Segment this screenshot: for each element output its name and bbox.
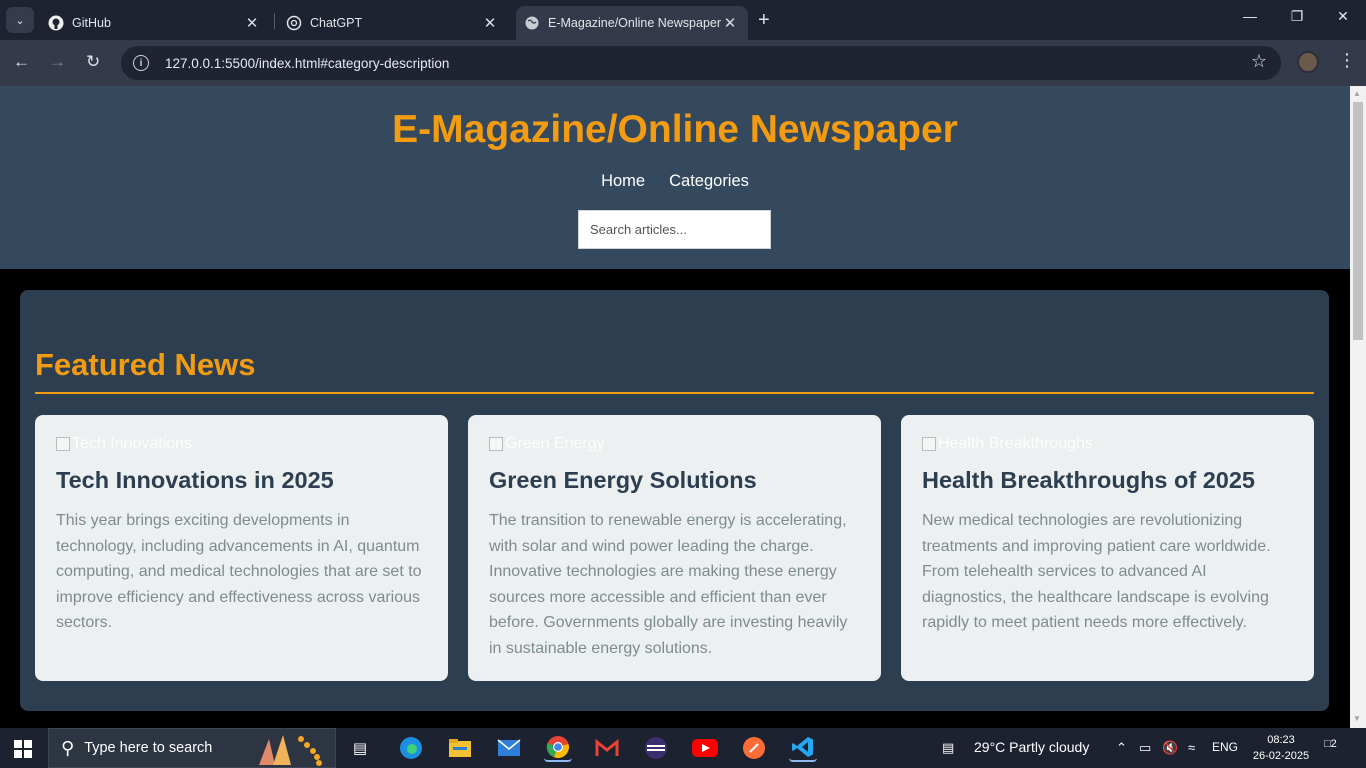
close-tab-icon[interactable]: ✕ — [722, 14, 738, 32]
site-info-icon[interactable]: i — [133, 55, 149, 71]
taskbar-search-text: Type here to search — [84, 740, 213, 756]
address-bar[interactable]: i 127.0.0.1:5500/index.html#category-des… — [121, 46, 1281, 80]
tab-divider — [274, 13, 275, 29]
search-input[interactable] — [578, 210, 771, 249]
notification-count: 2 — [1330, 738, 1337, 750]
chatgpt-icon — [286, 15, 302, 31]
eclipse-icon[interactable] — [642, 734, 670, 762]
new-tab-icon[interactable]: + — [758, 9, 770, 32]
tab-title: ChatGPT — [310, 16, 363, 30]
news-card: Health Breakthroughs Health Breakthrough… — [901, 415, 1314, 681]
restore-icon[interactable]: ❐ — [1282, 8, 1312, 25]
broken-image: Health Breakthroughs — [922, 435, 1293, 453]
wifi-icon[interactable]: ≈ — [1188, 740, 1195, 755]
search-icon: ⚲ — [61, 737, 75, 758]
taskbar: ⚲ Type here to search ▤ ▤ 29°C Partly cl… — [0, 728, 1366, 768]
weather-icon[interactable]: ▤ — [942, 740, 954, 756]
edge-icon[interactable] — [397, 734, 425, 762]
featured-news-section: Featured News Tech Innovations Tech Inno… — [20, 290, 1329, 711]
site-nav: Home Categories — [0, 172, 1350, 191]
broken-image-icon — [922, 437, 936, 451]
menu-dots-icon[interactable]: ⋮ — [1338, 50, 1356, 71]
nav-link-home[interactable]: Home — [601, 172, 645, 191]
vscode-icon[interactable] — [789, 734, 817, 762]
clock-date: 26-02-2025 — [1252, 750, 1310, 762]
tab-title: E-Magazine/Online Newspaper — [548, 16, 722, 30]
card-body: The transition to renewable energy is ac… — [489, 512, 848, 657]
url-text[interactable]: 127.0.0.1:5500/index.html#category-descr… — [165, 56, 449, 71]
profile-avatar[interactable] — [1297, 51, 1319, 73]
screen: ⌄ GitHub ✕ ChatGPT ✕ E-Magazine/Online N… — [0, 0, 1366, 768]
gmail-icon[interactable] — [593, 734, 621, 762]
forward-arrow-icon[interactable]: → — [49, 52, 66, 72]
clock-time: 08:23 — [1267, 734, 1295, 746]
language-indicator[interactable]: ENG — [1212, 740, 1238, 754]
close-window-icon[interactable]: ✕ — [1328, 8, 1358, 25]
section-title: Featured News — [35, 347, 256, 382]
card-body: New medical technologies are revolutioni… — [922, 512, 1271, 632]
bookmark-star-icon[interactable]: ☆ — [1251, 51, 1267, 72]
github-icon — [48, 15, 64, 31]
tab-strip: ⌄ GitHub ✕ ChatGPT ✕ E-Magazine/Online N… — [0, 0, 1366, 40]
tab-search-button[interactable]: ⌄ — [6, 7, 34, 33]
tab-emagazine[interactable]: E-Magazine/Online Newspaper ✕ — [516, 6, 748, 40]
search-highlight-icon — [259, 735, 322, 766]
card-title: Tech Innovations in 2025 — [56, 467, 334, 493]
youtube-icon[interactable] — [691, 734, 719, 762]
card-title: Green Energy Solutions — [489, 467, 757, 493]
scroll-up-icon[interactable]: ▲ — [1353, 89, 1361, 98]
mail-icon[interactable] — [495, 734, 523, 762]
scrollbar-thumb[interactable] — [1353, 102, 1363, 340]
news-card: Tech Innovations Tech Innovations in 202… — [35, 415, 448, 681]
image-alt-text: Green Energy — [505, 435, 605, 452]
task-view-icon[interactable]: ▤ — [346, 734, 374, 762]
image-alt-text: Health Breakthroughs — [938, 435, 1093, 452]
card-title: Health Breakthroughs of 2025 — [922, 467, 1256, 493]
reload-icon[interactable]: ↻ — [86, 52, 100, 72]
show-hidden-icons-icon[interactable]: ⌃ — [1116, 740, 1127, 756]
chrome-icon[interactable] — [544, 734, 572, 762]
browser-toolbar: ← → ↻ i 127.0.0.1:5500/index.html#catego… — [0, 40, 1366, 86]
tab-github[interactable]: GitHub ✕ — [40, 6, 270, 40]
broken-image-icon — [56, 437, 70, 451]
scroll-down-icon[interactable]: ▼ — [1353, 714, 1361, 723]
page-viewport: E-Magazine/Online Newspaper Home Categor… — [0, 86, 1350, 728]
close-tab-icon[interactable]: ✕ — [482, 14, 498, 32]
broken-image-icon — [489, 437, 503, 451]
site-title: E-Magazine/Online Newspaper — [392, 108, 958, 151]
news-card: Green Energy Green Energy Solutions The … — [468, 415, 881, 681]
globe-icon — [524, 15, 540, 31]
card-body: This year brings exciting developments i… — [56, 512, 422, 632]
nav-link-categories[interactable]: Categories — [669, 172, 749, 191]
minimize-icon[interactable]: — — [1235, 8, 1265, 24]
clock[interactable]: 08:23 26-02-2025 — [1248, 732, 1314, 764]
page-scrollbar[interactable]: ▲ ▼ — [1350, 86, 1366, 728]
divider — [35, 392, 1314, 394]
tab-title: GitHub — [72, 16, 111, 30]
back-arrow-icon[interactable]: ← — [13, 52, 30, 72]
site-header: E-Magazine/Online Newspaper Home Categor… — [0, 86, 1350, 269]
file-explorer-icon[interactable] — [446, 734, 474, 762]
close-tab-icon[interactable]: ✕ — [244, 14, 260, 32]
image-alt-text: Tech Innovations — [72, 435, 193, 452]
windows-start-icon[interactable] — [14, 740, 32, 758]
taskbar-search[interactable]: ⚲ Type here to search — [48, 728, 336, 768]
notifications-icon[interactable]: □2 — [1324, 738, 1346, 758]
battery-icon[interactable]: ▭ — [1139, 740, 1151, 756]
weather-text[interactable]: 29°C Partly cloudy — [974, 739, 1089, 755]
volume-muted-icon[interactable]: 🔇 — [1162, 740, 1178, 756]
tab-chatgpt[interactable]: ChatGPT ✕ — [278, 6, 508, 40]
broken-image: Green Energy — [489, 435, 860, 453]
broken-image: Tech Innovations — [56, 435, 427, 453]
postman-icon[interactable] — [740, 734, 768, 762]
